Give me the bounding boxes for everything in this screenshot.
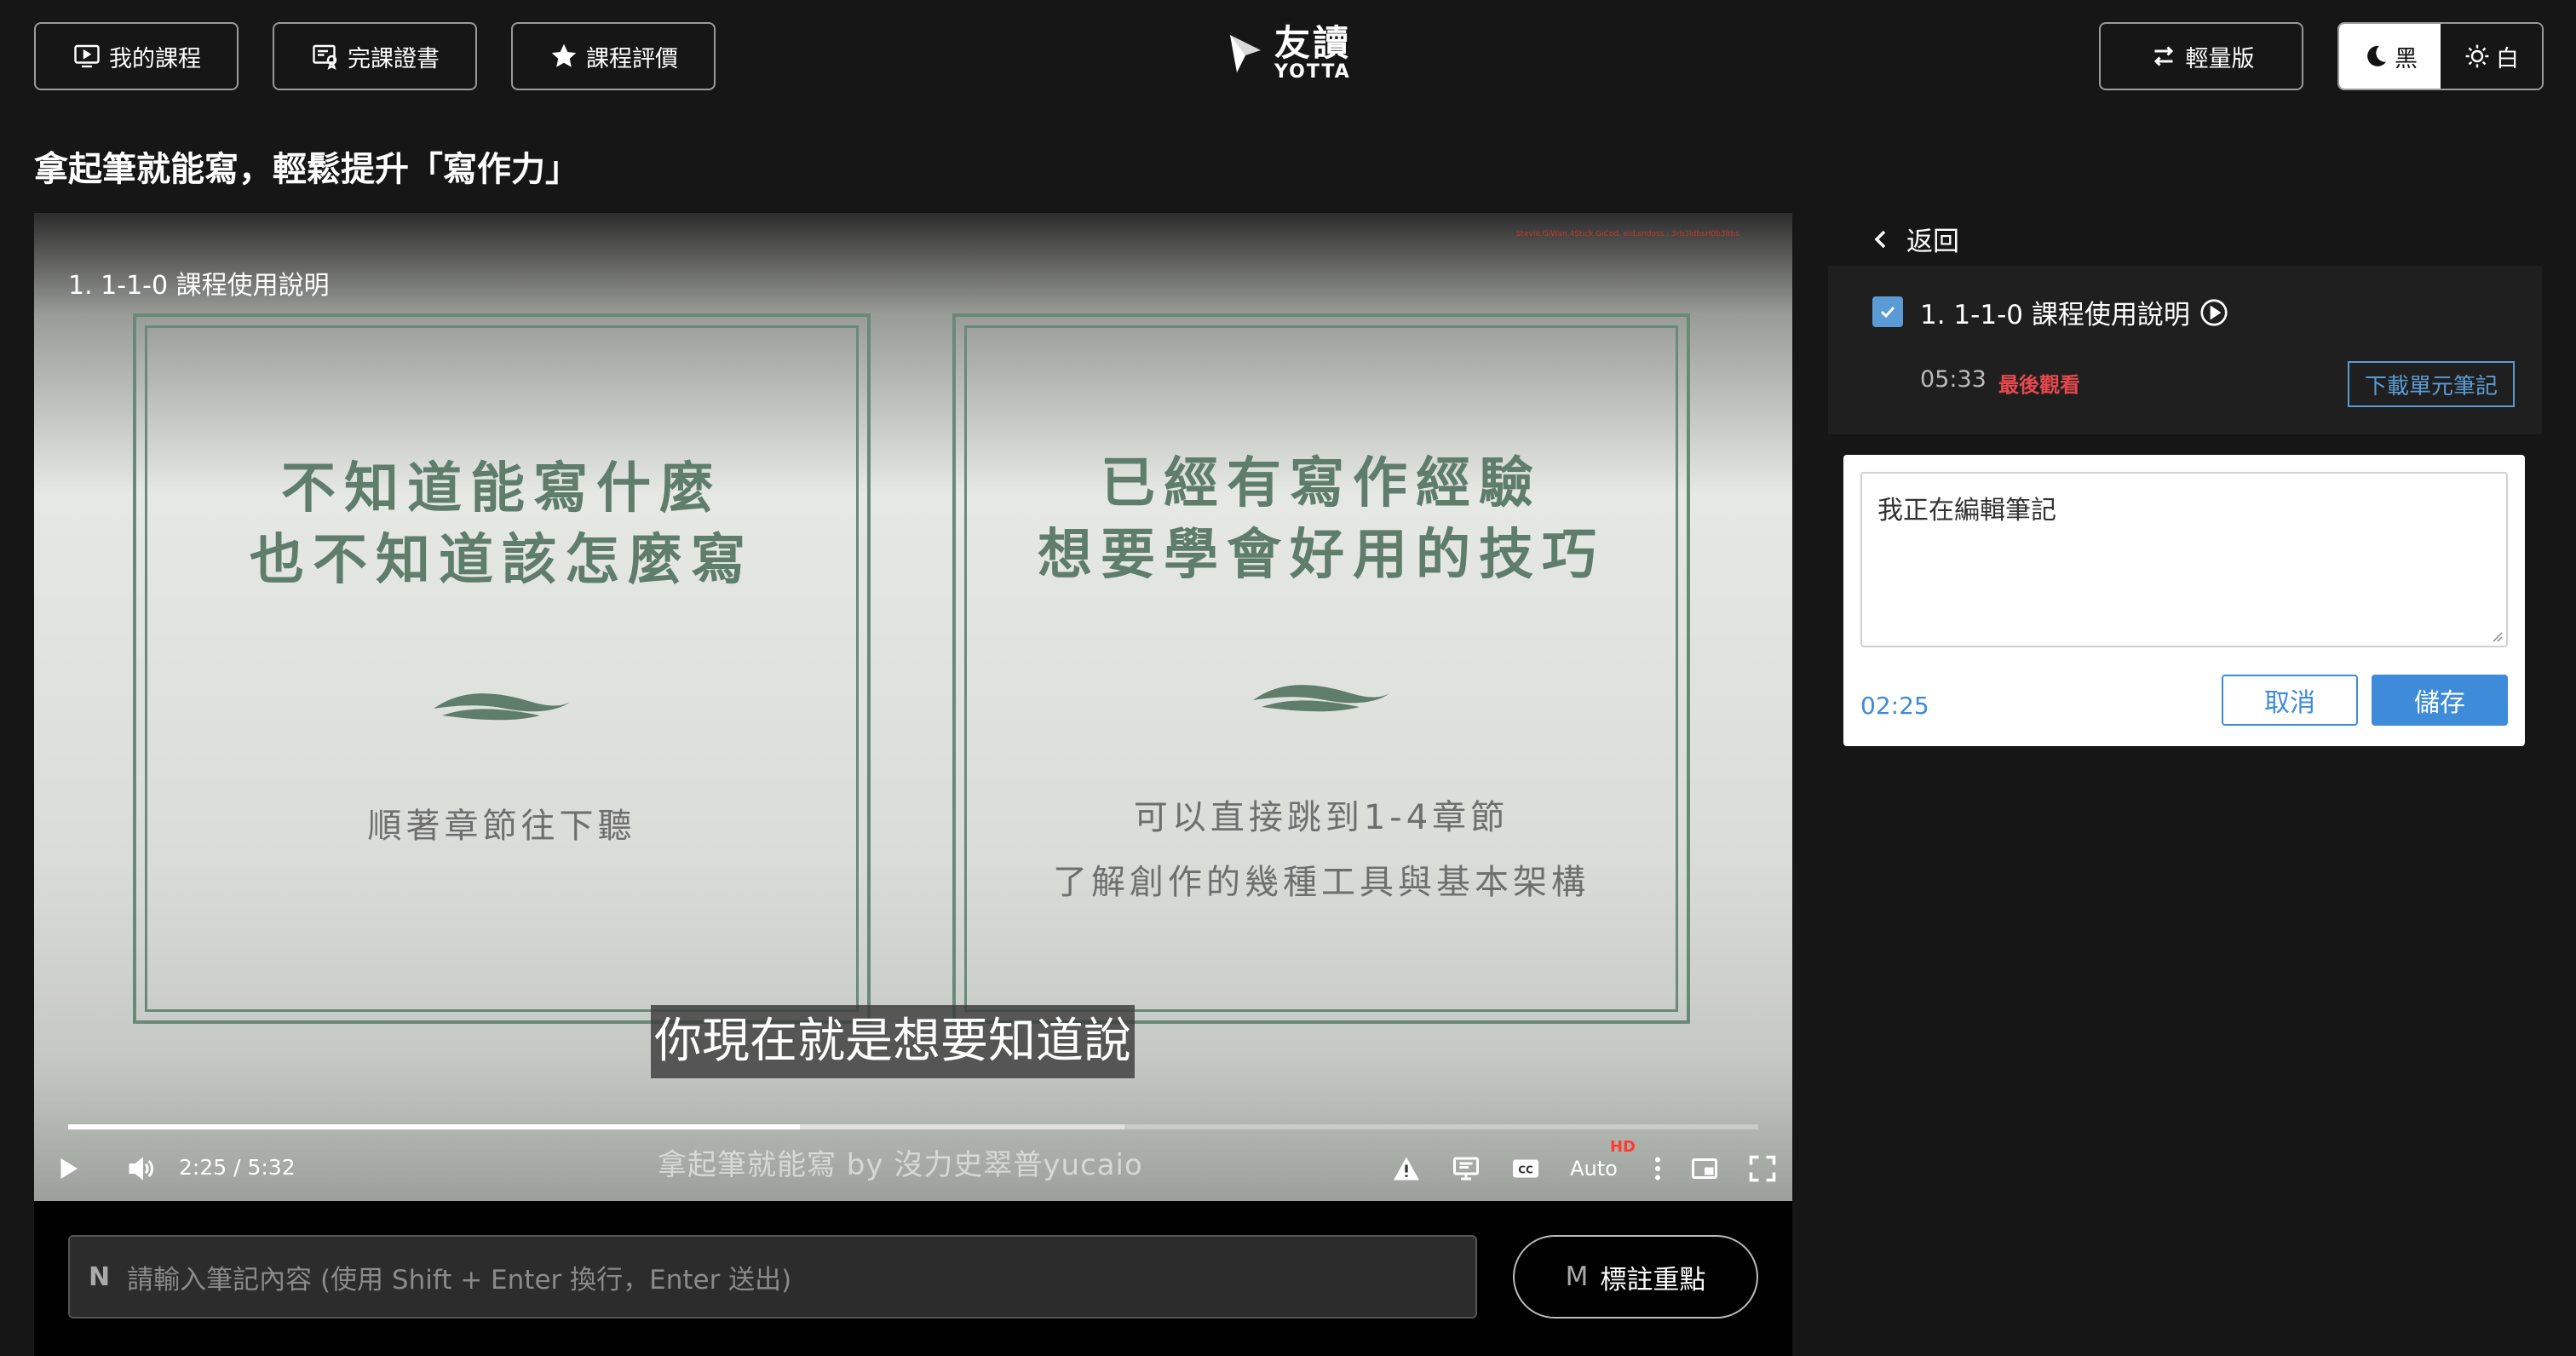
chapter-title[interactable]: 1. 1-1-0 課程使用說明 bbox=[1920, 293, 2229, 331]
slide-right-heading-2: 想要學會好用的技巧 bbox=[1038, 524, 1605, 587]
chapter-duration: 05:33 bbox=[1920, 366, 1987, 393]
captions-icon: CC bbox=[1513, 1159, 1538, 1178]
note-input-placeholder: 請輸入筆記內容 (使用 Shift + Enter 換行，Enter 送出) bbox=[127, 1264, 792, 1296]
cast-screen-button[interactable] bbox=[1445, 1150, 1487, 1187]
fullscreen-icon bbox=[1749, 1155, 1776, 1182]
download-notes-button[interactable]: 下載單元筆記 bbox=[2348, 361, 2515, 407]
back-button[interactable]: 返回 bbox=[1871, 220, 1959, 258]
note-editor-text: 我正在編輯筆記 bbox=[1877, 496, 2056, 526]
course-review-button[interactable]: 課程評價 bbox=[511, 22, 716, 90]
chapter-title-text: 1. 1-1-0 課程使用說明 bbox=[1920, 300, 2190, 330]
video-progress-bar[interactable] bbox=[68, 1124, 1758, 1129]
lite-version-button[interactable]: 輕量版 bbox=[2099, 22, 2303, 90]
monitor-icon bbox=[1453, 1157, 1479, 1181]
slide-card-left: 不知道能寫什麼 也不知道該怎麼寫 順著章節往下聽 bbox=[133, 313, 871, 1024]
theme-dark-option[interactable]: 黑 bbox=[2339, 24, 2441, 89]
slide-right-sub-2: 了解創作的幾種工具與基本架構 bbox=[1053, 863, 1590, 902]
video-watermark: Stevie.GiWan.4Stick.GiCod. eid.sndoss : … bbox=[1515, 230, 1739, 238]
lite-version-label: 輕量版 bbox=[2185, 45, 2255, 72]
theme-toggle[interactable]: 黑 白 bbox=[2337, 22, 2544, 90]
swap-arrows-icon bbox=[2153, 46, 2173, 66]
video-lesson-title: 1. 1-1-0 課程使用說明 bbox=[68, 271, 330, 301]
yotta-logo[interactable]: 友讀 YOTTA bbox=[1227, 26, 1351, 82]
wave-ornament-icon bbox=[434, 693, 570, 721]
star-icon bbox=[551, 43, 577, 67]
fullscreen-button[interactable] bbox=[1741, 1150, 1784, 1187]
video-player[interactable]: 1. 1-1-0 課程使用說明 Stevie.GiWan.4Stick.GiCo… bbox=[34, 213, 1792, 1201]
volume-button[interactable] bbox=[119, 1150, 162, 1187]
certificate-label: 完課證書 bbox=[348, 45, 440, 72]
picture-in-picture-button[interactable] bbox=[1683, 1150, 1726, 1187]
quality-button[interactable]: Auto HD bbox=[1564, 1138, 1636, 1187]
chapter-checkbox[interactable] bbox=[1872, 296, 1903, 327]
slide-left-sub: 順著章節往下聽 bbox=[367, 807, 636, 846]
theme-light-label: 白 bbox=[2496, 45, 2519, 72]
back-label: 返回 bbox=[1906, 227, 1959, 257]
note-timestamp[interactable]: 02:25 bbox=[1860, 692, 1929, 720]
resize-grip-icon[interactable] bbox=[2491, 630, 2503, 642]
cancel-button[interactable]: 取消 bbox=[2222, 675, 2358, 726]
video-subtitle: 你現在就是想要知道說 bbox=[651, 1005, 1135, 1078]
play-circle-icon bbox=[2200, 298, 2228, 326]
last-watched-badge: 最後觀看 bbox=[1998, 373, 2080, 397]
quality-label: Auto bbox=[1570, 1157, 1618, 1181]
my-courses-label: 我的課程 bbox=[109, 45, 201, 72]
hd-badge: HD bbox=[1609, 1138, 1636, 1156]
warning-icon bbox=[1394, 1157, 1419, 1181]
theme-light-option[interactable]: 白 bbox=[2441, 24, 2542, 89]
report-button[interactable] bbox=[1385, 1150, 1428, 1187]
slide-right-heading-1: 已經有寫作經驗 bbox=[1101, 452, 1542, 515]
note-shortcut-key: N bbox=[89, 1261, 111, 1292]
more-options-button[interactable] bbox=[1641, 1150, 1675, 1187]
logo-text-en: YOTTA bbox=[1274, 61, 1351, 83]
chevron-left-icon bbox=[1874, 230, 1886, 248]
play-icon bbox=[60, 1158, 78, 1179]
chapter-item[interactable]: 1. 1-1-0 課程使用說明 05:33 最後觀看 下載單元筆記 bbox=[1828, 266, 2542, 434]
svg-text:CC: CC bbox=[1518, 1164, 1533, 1175]
theme-dark-label: 黑 bbox=[2395, 45, 2418, 72]
mark-shortcut-key: M bbox=[1565, 1261, 1589, 1292]
play-button[interactable] bbox=[46, 1150, 89, 1187]
my-courses-button[interactable]: 我的課程 bbox=[34, 22, 239, 90]
check-icon bbox=[1880, 306, 1895, 319]
video-time: 2:25 / 5:32 bbox=[179, 1155, 296, 1180]
note-input[interactable]: N 請輸入筆記內容 (使用 Shift + Enter 換行，Enter 送出) bbox=[68, 1235, 1477, 1319]
more-vertical-icon bbox=[1655, 1157, 1660, 1181]
logo-mark-icon bbox=[1230, 35, 1261, 72]
course-review-label: 課程評價 bbox=[586, 45, 678, 72]
mark-highlight-button[interactable]: M 標註重點 bbox=[1513, 1235, 1758, 1319]
progress-played bbox=[68, 1124, 801, 1129]
course-title: 拿起筆就能寫，輕鬆提升「寫作力」 bbox=[34, 150, 579, 189]
sun-icon bbox=[2465, 44, 2489, 68]
slide-left-heading-2: 也不知道該怎麼寫 bbox=[250, 529, 754, 592]
certificate-icon bbox=[313, 44, 337, 70]
slide-left-heading-1: 不知道能寫什麼 bbox=[281, 457, 722, 520]
save-button[interactable]: 儲存 bbox=[2372, 675, 2508, 726]
pip-icon bbox=[1692, 1158, 1717, 1179]
note-input-bar: N 請輸入筆記內容 (使用 Shift + Enter 換行，Enter 送出)… bbox=[34, 1201, 1792, 1356]
note-editor-textarea[interactable]: 我正在編輯筆記 bbox=[1860, 472, 2508, 647]
moon-icon bbox=[2367, 45, 2386, 66]
mark-highlight-label: 標註重點 bbox=[1600, 1264, 1706, 1296]
certificate-button[interactable]: 完課證書 bbox=[273, 22, 477, 90]
wave-ornament-icon bbox=[1253, 685, 1389, 712]
video-brand-line: 拿起筆就能寫 by 沒力史翠普yucaio bbox=[658, 1148, 1143, 1182]
logo-text-cn: 友讀 bbox=[1274, 22, 1352, 64]
screen-play-icon bbox=[74, 44, 100, 68]
slide-right-sub-1: 可以直接跳到1-4章節 bbox=[1133, 798, 1509, 837]
note-editor-card: 我正在編輯筆記 02:25 取消 儲存 bbox=[1843, 455, 2525, 746]
slide-card-right: 已經有寫作經驗 想要學會好用的技巧 可以直接跳到1-4章節 了解創作的幾種工具與… bbox=[952, 313, 1690, 1024]
volume-icon bbox=[129, 1157, 153, 1181]
captions-button[interactable]: CC bbox=[1504, 1150, 1547, 1187]
